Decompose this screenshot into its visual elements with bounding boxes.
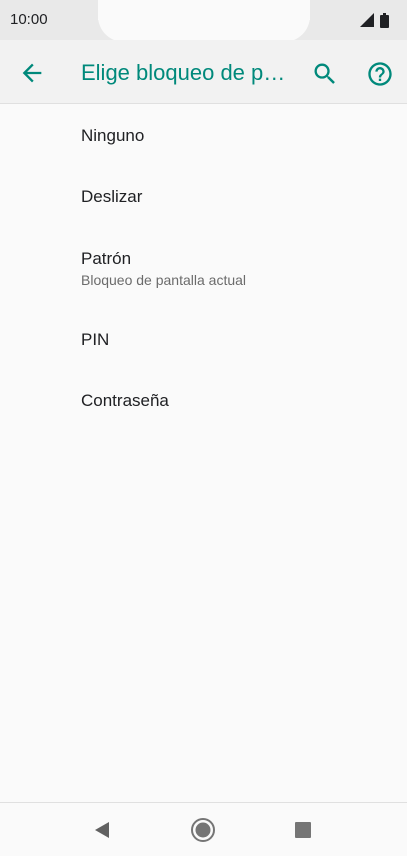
- app-bar: Elige bloqueo de p…: [0, 40, 407, 104]
- recents-square-icon: [295, 822, 311, 838]
- status-bar: 10:00: [0, 0, 407, 42]
- screen-lock-options-list: Ninguno Deslizar Patrón Bloqueo de panta…: [0, 105, 407, 431]
- back-button[interactable]: [18, 59, 46, 87]
- back-triangle-icon: [95, 822, 109, 838]
- list-item-label: PIN: [81, 330, 110, 349]
- battery-icon: [380, 12, 389, 28]
- status-time: 10:00: [10, 11, 48, 28]
- list-item-pin[interactable]: PIN: [0, 309, 407, 370]
- list-item-ninguno[interactable]: Ninguno: [0, 105, 407, 166]
- nav-back-button[interactable]: [89, 816, 117, 844]
- back-arrow-icon: [22, 63, 42, 83]
- navigation-bar: [0, 802, 407, 856]
- list-item-contrasena[interactable]: Contraseña: [0, 370, 407, 431]
- signal-icon: [360, 13, 374, 27]
- display-notch: [98, 0, 310, 42]
- search-button[interactable]: [311, 60, 339, 88]
- list-item-summary: Bloqueo de pantalla actual: [81, 272, 247, 288]
- list-item-deslizar[interactable]: Deslizar: [0, 166, 407, 227]
- list-item-patron[interactable]: Patrón Bloqueo de pantalla actual: [0, 227, 407, 309]
- page-title: Elige bloqueo de p…: [81, 60, 286, 85]
- list-item-label: Ninguno: [81, 126, 145, 145]
- nav-recents-button[interactable]: [289, 816, 317, 844]
- nav-home-button[interactable]: [189, 816, 217, 844]
- list-item-label: Patrón: [81, 249, 132, 268]
- status-icons: [360, 12, 389, 28]
- home-circle-icon: [191, 818, 215, 842]
- list-item-label: Deslizar: [81, 187, 143, 206]
- search-icon: [314, 63, 335, 84]
- help-button[interactable]: [366, 60, 394, 88]
- help-icon: [368, 62, 392, 86]
- list-item-label: Contraseña: [81, 391, 169, 410]
